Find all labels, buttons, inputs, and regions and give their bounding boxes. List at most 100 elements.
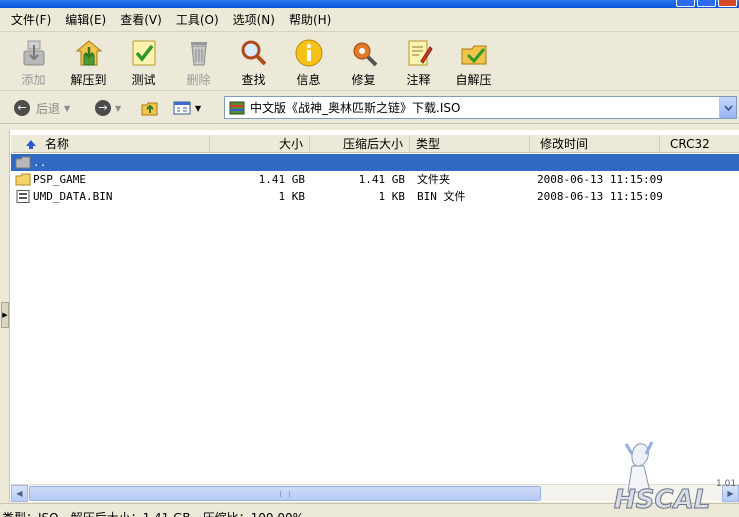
extract-to-label: 解压到 [70, 73, 107, 87]
site-watermark-logo: HSCAL 1.01 [614, 441, 736, 516]
forward-dropdown-icon[interactable]: ▼ [115, 104, 121, 113]
table-row[interactable]: .. [11, 154, 739, 171]
winrar-window: 文件(F) 编辑(E) 查看(V) 工具(O) 选项(N) 帮助(H) 添加 解… [0, 0, 739, 517]
column-modified-label: 修改时间 [540, 137, 589, 151]
file-rows: .. PSP_GAME 1.41 GB 1.41 GB 文件夹 2008-06-… [11, 154, 739, 205]
menu-help[interactable]: 帮助(H) [282, 9, 338, 30]
file-type: BIN 文件 [417, 190, 466, 203]
file-name: .. [33, 156, 47, 169]
test-label: 测试 [131, 73, 156, 87]
find-button[interactable]: 查找 [226, 33, 281, 89]
repair-icon [353, 42, 377, 67]
address-input[interactable]: 中文版《战神_奥林匹斯之链》下载.ISO [224, 96, 737, 119]
forward-arrow-icon: → [95, 100, 111, 116]
column-size[interactable]: 大小 [210, 135, 310, 153]
file-packed: 1.41 GB [358, 173, 405, 186]
delete-button[interactable]: 删除 [171, 33, 226, 89]
sfx-icon [461, 45, 486, 65]
view-mode-icon [173, 101, 191, 115]
add-icon [23, 40, 44, 66]
column-size-label: 大小 [278, 137, 303, 151]
repair-button[interactable]: 修复 [336, 33, 391, 89]
toolbar: 添加 解压到 测试 删除 查找 信息 修复 注释 自解压 [0, 33, 739, 91]
svg-text:1.01: 1.01 [716, 479, 736, 489]
column-type[interactable]: 类型 [410, 135, 530, 153]
file-name: UMD_DATA.BIN [33, 190, 113, 203]
delete-icon [190, 42, 207, 66]
up-folder-icon [141, 102, 158, 116]
test-icon [132, 40, 155, 66]
test-button[interactable]: 测试 [116, 33, 171, 89]
folder-up-icon [15, 156, 31, 169]
menu-file[interactable]: 文件(F) [4, 9, 58, 30]
back-label: 后退 [36, 101, 61, 116]
comment-label: 注释 [406, 73, 431, 87]
table-row[interactable]: UMD_DATA.BIN 1 KB 1 KB BIN 文件 2008-06-13… [11, 188, 739, 205]
address-bar: ← 后退 ▼ → ▼ ▼ 中文版《战神_奥林匹斯之链》下载.ISO [0, 92, 739, 124]
minimize-button[interactable] [676, 0, 695, 7]
sfx-button[interactable]: 自解压 [446, 33, 501, 89]
folder-tree-splitter[interactable]: ▶ [0, 130, 10, 502]
column-header: 名称 大小 压缩后大小 类型 修改时间 CRC32 [11, 135, 739, 153]
scroll-left-icon[interactable]: ◀ [11, 485, 28, 502]
archive-icon [229, 101, 245, 114]
file-packed: 1 KB [378, 190, 406, 203]
window-controls [676, 0, 737, 7]
back-arrow-icon: ← [14, 100, 30, 116]
file-type: 文件夹 [417, 173, 450, 186]
column-packed-label: 压缩后大小 [342, 137, 403, 151]
file-modified: 2008-06-13 11:15:09 [537, 173, 663, 186]
info-button[interactable]: 信息 [281, 33, 336, 89]
menu-tools[interactable]: 工具(O) [169, 9, 226, 30]
column-packed[interactable]: 压缩后大小 [310, 135, 410, 153]
table-row[interactable]: PSP_GAME 1.41 GB 1.41 GB 文件夹 2008-06-13 … [11, 171, 739, 188]
column-name-label: 名称 [45, 137, 70, 151]
extract-to-button[interactable]: 解压到 [61, 33, 116, 89]
comment-button[interactable]: 注释 [391, 33, 446, 89]
title-bar [0, 0, 739, 8]
splitter-handle-icon[interactable]: ▶ [1, 302, 9, 328]
view-mode-button[interactable]: ▼ [173, 97, 201, 119]
sfx-label: 自解压 [455, 73, 492, 87]
repair-label: 修复 [351, 73, 376, 87]
back-button[interactable]: ← 后退 ▼ [14, 97, 70, 119]
column-modified[interactable]: 修改时间 [530, 135, 660, 153]
menu-bar: 文件(F) 编辑(E) 查看(V) 工具(O) 选项(N) 帮助(H) [0, 8, 739, 32]
folder-icon [15, 173, 31, 186]
status-text: 类型：ISO，解压后大小：1.41 GB，压缩比：100.00% [2, 509, 304, 517]
close-button[interactable] [718, 0, 737, 7]
sort-up-icon [26, 140, 36, 149]
svg-text:HSCAL: HSCAL [614, 485, 710, 515]
menu-view[interactable]: 查看(V) [113, 9, 169, 30]
column-name[interactable]: 名称 [11, 135, 210, 153]
file-size: 1.41 GB [258, 173, 305, 186]
column-crc-label: CRC32 [670, 137, 710, 151]
file-size: 1 KB [278, 190, 306, 203]
up-folder-button[interactable] [141, 97, 159, 119]
column-crc[interactable]: CRC32 [660, 135, 739, 153]
menu-edit[interactable]: 编辑(E) [58, 9, 113, 30]
back-dropdown-icon[interactable]: ▼ [64, 104, 70, 113]
find-icon [241, 40, 266, 66]
scrollbar-thumb[interactable] [29, 486, 541, 501]
delete-label: 删除 [186, 73, 211, 87]
grip-icon [280, 491, 290, 497]
bin-file-icon [16, 190, 30, 203]
info-label: 信息 [296, 73, 321, 87]
address-path: 中文版《战神_奥林匹斯之链》下载.ISO [250, 101, 461, 115]
menu-options[interactable]: 选项(N) [226, 9, 282, 30]
view-mode-dropdown-icon[interactable]: ▼ [195, 104, 201, 113]
maximize-button[interactable] [697, 0, 716, 7]
extract-to-icon [75, 40, 102, 66]
address-dropdown-button[interactable] [719, 97, 736, 118]
add-label: 添加 [21, 73, 46, 87]
add-button[interactable]: 添加 [6, 33, 61, 89]
file-name: PSP_GAME [33, 173, 86, 186]
find-label: 查找 [241, 73, 266, 87]
chevron-down-icon [723, 105, 733, 111]
column-type-label: 类型 [416, 137, 441, 151]
forward-button[interactable]: → ▼ [95, 97, 121, 119]
info-icon [295, 39, 322, 67]
file-modified: 2008-06-13 11:15:09 [537, 190, 663, 203]
comment-icon [408, 40, 433, 66]
